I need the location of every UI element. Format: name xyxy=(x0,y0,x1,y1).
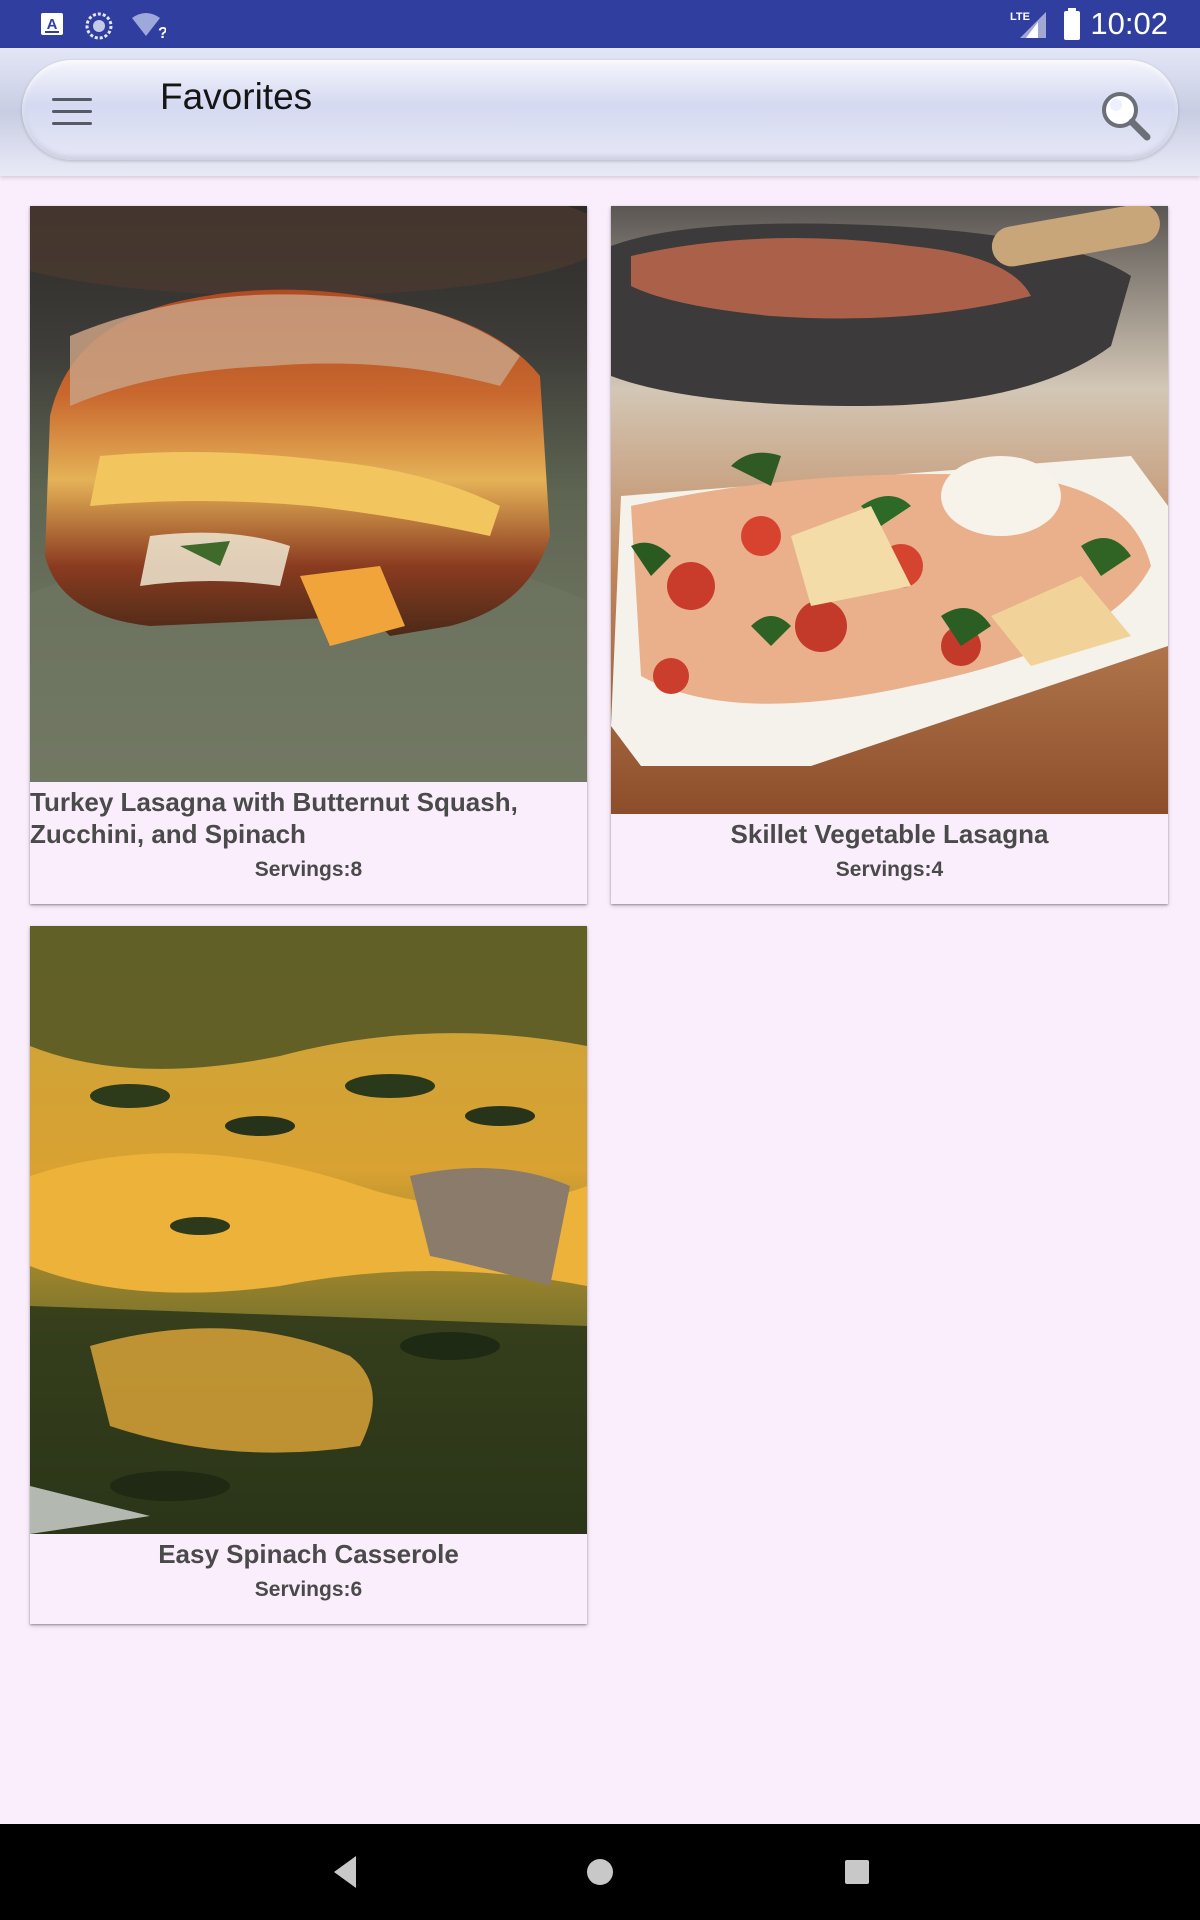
lasagna-butternut-photo xyxy=(30,206,587,782)
wifi-unknown-icon: ? xyxy=(132,13,166,40)
recipe-servings: Servings:6 xyxy=(254,1578,363,1601)
svg-text:?: ? xyxy=(158,25,166,40)
network-label: LTE xyxy=(1010,11,1030,23)
recipe-card[interactable]: Skillet Vegetable Lasagna Servings:4 xyxy=(611,206,1168,904)
recipe-title: Skillet Vegetable Lasagna xyxy=(730,819,1049,849)
recipe-servings: Servings:4 xyxy=(835,858,944,881)
hamburger-menu-icon[interactable] xyxy=(52,98,92,128)
sync-icon xyxy=(85,12,113,40)
skillet-lasagna-photo xyxy=(611,206,1168,814)
home-icon[interactable] xyxy=(585,1852,615,1892)
back-icon[interactable] xyxy=(330,1852,360,1892)
svg-text:A: A xyxy=(47,16,58,33)
recipe-servings: Servings:8 xyxy=(254,858,363,881)
search-icon[interactable] xyxy=(1098,88,1152,142)
app-bar: Favorites xyxy=(0,48,1200,176)
signal-icon: LTE xyxy=(1010,11,1046,38)
recipe-title: Turkey Lasagna with Butternut Squash, Zu… xyxy=(30,787,518,849)
spinach-casserole-photo xyxy=(30,926,587,1534)
battery-icon xyxy=(1064,8,1080,40)
recipe-card[interactable]: Turkey Lasagna with Butternut Squash, Zu… xyxy=(30,206,587,904)
status-time: 10:02 xyxy=(1090,6,1168,41)
page-title: Favorites xyxy=(160,76,313,117)
a-notification-icon: A xyxy=(41,13,63,35)
recipe-card[interactable]: Easy Spinach Casserole Servings:6 xyxy=(30,926,587,1624)
recipe-title: Easy Spinach Casserole xyxy=(158,1539,459,1569)
status-bar: A ? LTE 10:02 xyxy=(0,0,1200,48)
recents-icon[interactable] xyxy=(842,1852,872,1892)
navigation-bar xyxy=(0,1824,1200,1920)
